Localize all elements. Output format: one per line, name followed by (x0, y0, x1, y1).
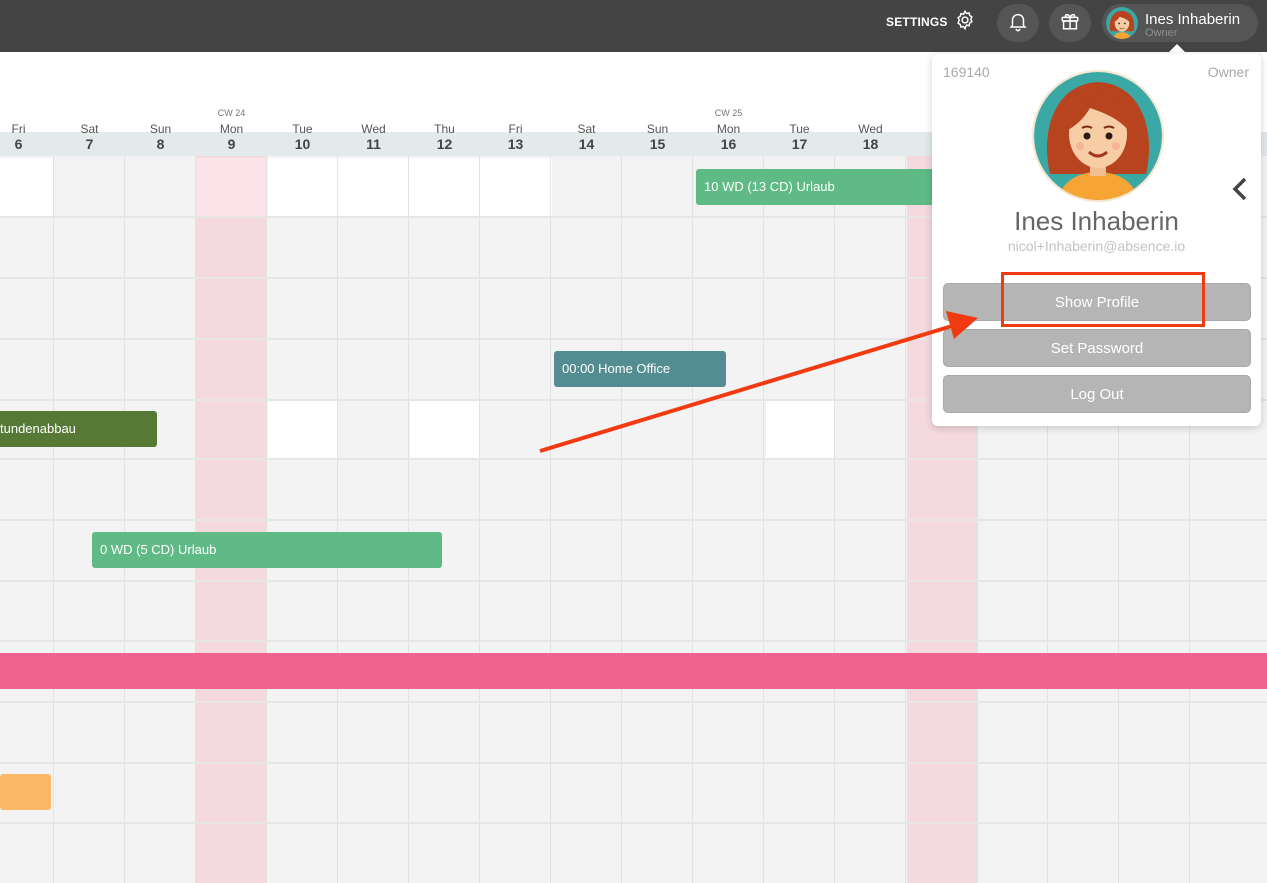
day-number: 7 (85, 136, 94, 152)
day-name: Wed (858, 122, 883, 136)
settings-label: SETTINGS (886, 15, 948, 29)
day-number: 15 (649, 136, 666, 152)
grid-line (0, 762, 1267, 764)
day-header: Sun 8 (125, 52, 196, 156)
grid-line (0, 640, 1267, 642)
gift-icon (1059, 10, 1081, 37)
grid-line (0, 701, 1267, 703)
day-name: Mon (219, 122, 244, 136)
day-number: 13 (507, 136, 524, 152)
grid-line (0, 458, 1267, 460)
profile-email: nicol+Inhaberin@absence.io (1007, 238, 1186, 254)
grid-cell[interactable] (268, 401, 337, 458)
day-header: Sat 14 (551, 52, 622, 156)
user-role: Owner (1207, 64, 1249, 80)
day-header: Sun 15 (622, 52, 693, 156)
absence-event[interactable]: 10 WD (13 CD) Urlaub (696, 169, 956, 205)
avatar (1032, 70, 1164, 202)
absence-event[interactable] (0, 774, 51, 810)
day-header: Wed 11 (338, 52, 409, 156)
grid-cell[interactable] (268, 158, 552, 216)
day-header: Fri 13 (480, 52, 551, 156)
grid-line (0, 519, 1267, 521)
gear-icon (954, 9, 976, 36)
day-number: 10 (294, 136, 311, 152)
day-header: Wed 18 (835, 52, 906, 156)
day-number: 9 (227, 136, 236, 152)
day-name: Mon (716, 122, 741, 136)
day-name: Tue (789, 122, 810, 136)
day-header: Tue 17 (764, 52, 835, 156)
avatar (1106, 7, 1138, 39)
day-number: 16 (720, 136, 737, 152)
highlight-box (1001, 272, 1205, 327)
absence-event[interactable]: tundenabbau (0, 411, 157, 447)
grid-line (0, 822, 1267, 824)
set-password-button[interactable]: Set Password (943, 329, 1251, 367)
profile-name: Ines Inhaberin (1014, 206, 1179, 236)
notifications-button[interactable] (997, 4, 1039, 42)
day-number: 18 (862, 136, 879, 152)
grid-line (0, 580, 1267, 582)
absence-event[interactable]: 0 WD (5 CD) Urlaub (92, 532, 442, 568)
grid-cell[interactable] (0, 158, 53, 216)
calendar-week: CW 24 (217, 108, 246, 118)
grid-cell[interactable] (410, 401, 479, 458)
day-header: CW 25 Mon 16 (693, 52, 764, 156)
popup-caret (1169, 44, 1185, 52)
holiday-cell (196, 158, 267, 216)
day-header: CW 24 Mon 9 (196, 52, 267, 156)
chevron-left-icon[interactable] (1230, 176, 1250, 207)
day-number: 8 (156, 136, 165, 152)
day-number: 12 (436, 136, 453, 152)
day-number: 11 (366, 136, 381, 152)
day-name: Sat (577, 122, 596, 136)
day-name: Sat (80, 122, 99, 136)
day-number: 6 (14, 136, 23, 152)
log-out-button[interactable]: Log Out (943, 375, 1251, 413)
day-name: Wed (361, 122, 386, 136)
settings-button[interactable]: SETTINGS (886, 8, 976, 36)
gifts-button[interactable] (1049, 4, 1091, 42)
day-name: Tue (292, 122, 313, 136)
day-name: Fri (11, 122, 26, 136)
user-role: Owner (1145, 27, 1178, 39)
day-name: Thu (434, 122, 455, 136)
grid-cell[interactable] (766, 401, 835, 458)
user-name: Ines Inhaberin (1145, 11, 1241, 28)
day-header: Fri 6 (0, 52, 54, 156)
bell-icon (1007, 10, 1029, 37)
absence-event[interactable] (0, 653, 1267, 689)
day-number: 14 (578, 136, 595, 152)
calendar-week: CW 25 (714, 108, 743, 118)
day-name: Sun (149, 122, 172, 136)
day-name: Fri (508, 122, 523, 136)
day-header: Thu 12 (409, 52, 480, 156)
user-id: 169140 (943, 64, 990, 80)
top-bar: SETTINGS Ines Inhaberin Owner (0, 0, 1267, 52)
day-name: Sun (646, 122, 669, 136)
day-header: Sat 7 (54, 52, 125, 156)
user-menu-button[interactable]: Ines Inhaberin Owner (1102, 4, 1258, 42)
user-menu-popup: 169140 Owner Ines Inhaberin nicol+Inhabe… (932, 54, 1261, 426)
day-header: Tue 10 (267, 52, 338, 156)
absence-event[interactable]: 00:00 Home Office (554, 351, 726, 387)
day-number: 17 (791, 136, 808, 152)
